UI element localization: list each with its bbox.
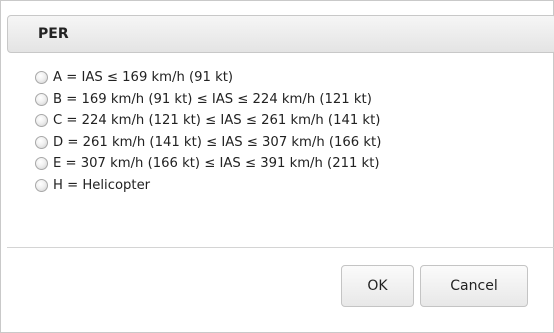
per-options-group: A = IAS ≤ 169 km/h (91 kt) B = 169 km/h …: [35, 68, 381, 198]
option-c[interactable]: C = 224 km/h (121 kt) ≤ IAS ≤ 261 km/h (…: [35, 111, 381, 130]
option-d-label[interactable]: D = 261 km/h (141 kt) ≤ IAS ≤ 307 km/h (…: [53, 134, 381, 151]
cancel-button[interactable]: Cancel: [420, 265, 528, 307]
radio-button-c[interactable]: [35, 114, 48, 128]
button-bar-divider: [7, 247, 554, 248]
ok-button[interactable]: OK: [341, 265, 414, 307]
radio-button-h[interactable]: [35, 178, 48, 192]
option-h-label[interactable]: H = Helicopter: [53, 177, 150, 194]
dialog-titlebar[interactable]: PER: [7, 15, 554, 53]
option-d[interactable]: D = 261 km/h (141 kt) ≤ IAS ≤ 307 km/h (…: [35, 133, 381, 152]
radio-button-d[interactable]: [35, 135, 48, 149]
option-c-label[interactable]: C = 224 km/h (121 kt) ≤ IAS ≤ 261 km/h (…: [53, 112, 380, 129]
per-dialog: PER A = IAS ≤ 169 km/h (91 kt) B = 169 k…: [0, 0, 554, 333]
option-e-label[interactable]: E = 307 km/h (166 kt) ≤ IAS ≤ 391 km/h (…: [53, 155, 380, 172]
dialog-title: PER: [38, 26, 69, 42]
radio-button-a[interactable]: [35, 71, 48, 84]
radio-button-b[interactable]: [35, 92, 48, 106]
option-b-label[interactable]: B = 169 km/h (91 kt) ≤ IAS ≤ 224 km/h (1…: [53, 91, 372, 108]
option-e[interactable]: E = 307 km/h (166 kt) ≤ IAS ≤ 391 km/h (…: [35, 154, 381, 173]
option-h[interactable]: H = Helicopter: [35, 176, 381, 195]
radio-button-e[interactable]: [35, 157, 48, 171]
option-b[interactable]: B = 169 km/h (91 kt) ≤ IAS ≤ 224 km/h (1…: [35, 90, 381, 109]
option-a[interactable]: A = IAS ≤ 169 km/h (91 kt): [35, 68, 381, 87]
option-a-label[interactable]: A = IAS ≤ 169 km/h (91 kt): [53, 69, 233, 86]
